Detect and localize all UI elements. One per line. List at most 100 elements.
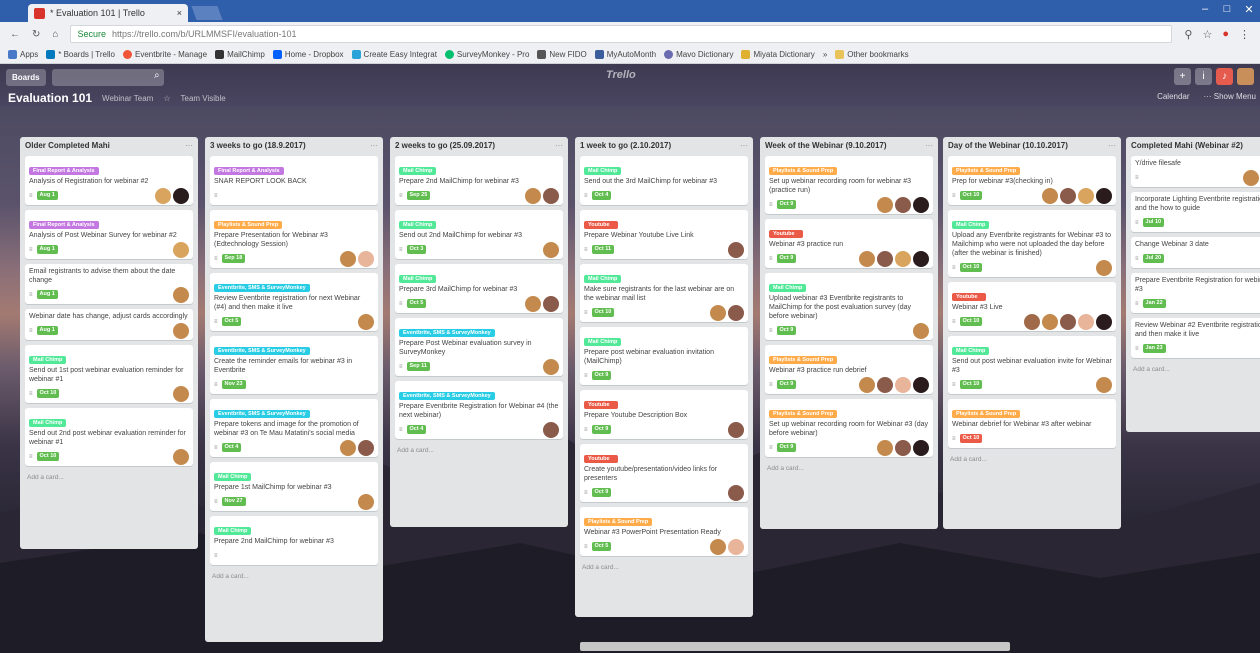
avatar[interactable] [358, 493, 374, 510]
card[interactable]: Playlists & Sound Prep Prepare Presentati… [210, 210, 378, 268]
card[interactable]: Playlists & Sound Prep Set up webinar rec… [765, 399, 933, 457]
card[interactable]: Incorporate Lighting Eventbrite registra… [1131, 192, 1260, 232]
avatar[interactable] [1096, 259, 1112, 276]
list-menu-icon[interactable]: ··· [185, 141, 193, 153]
avatar[interactable] [173, 322, 189, 339]
add-card-button[interactable]: Add a card... [395, 444, 563, 455]
avatar[interactable] [1042, 187, 1058, 204]
horizontal-scrollbar[interactable] [580, 642, 1010, 651]
bookmark-trello[interactable]: * Boards | Trello [46, 50, 115, 59]
avatar[interactable] [710, 304, 726, 321]
avatar[interactable] [728, 538, 744, 555]
close-window-icon[interactable]: ✕ [1238, 0, 1260, 18]
zoom-icon[interactable]: ⚲ [1184, 28, 1192, 41]
tab-close-icon[interactable]: × [177, 8, 182, 18]
list-header[interactable]: Older Completed Mahi ··· [25, 141, 193, 153]
avatar[interactable] [728, 484, 744, 501]
card[interactable]: Mail Chimp Upload any Eventbrite registra… [948, 210, 1116, 277]
add-card-button[interactable]: Add a card... [25, 471, 193, 482]
list-menu-icon[interactable]: ··· [1108, 141, 1116, 153]
avatar[interactable] [913, 439, 929, 456]
card[interactable]: Playlists & Sound Prep Webinar #3 PowerPo… [580, 507, 748, 556]
avatar[interactable] [877, 439, 893, 456]
info-icon[interactable]: i [1195, 68, 1212, 85]
star-icon[interactable]: ☆ [1202, 28, 1212, 41]
avatar[interactable] [877, 376, 893, 393]
card[interactable]: Youtube Prepare Webinar Youtube Live Link… [580, 210, 748, 259]
trello-logo[interactable]: Trello [606, 69, 636, 81]
card[interactable]: Mail Chimp Prepare 1st MailChimp for webi… [210, 462, 378, 511]
avatar[interactable] [155, 187, 171, 204]
list-header[interactable]: 1 week to go (2.10.2017) ··· [580, 141, 748, 153]
avatar[interactable] [1060, 313, 1076, 330]
home-icon[interactable]: ⌂ [52, 29, 58, 40]
add-card-button[interactable]: Add a card... [765, 462, 933, 473]
card[interactable]: Review Webinar #2 Eventbrite registratio… [1131, 318, 1260, 358]
card[interactable]: Email registrants to advise them about t… [25, 264, 193, 304]
avatar[interactable] [895, 376, 911, 393]
card[interactable]: Eventbrite, SMS & SurveyMonkey Create the… [210, 336, 378, 394]
avatar[interactable] [525, 187, 541, 204]
card[interactable]: Youtube Prepare Youtube Description Box ≡ O… [580, 390, 748, 439]
avatar[interactable] [543, 295, 559, 312]
avatar[interactable] [728, 421, 744, 438]
card[interactable]: Playlists & Sound Prep Set up webinar rec… [765, 156, 933, 214]
bookmark-integrations[interactable]: Create Easy Integrat [351, 50, 437, 59]
avatar[interactable] [173, 187, 189, 204]
avatar[interactable] [1078, 187, 1094, 204]
avatar[interactable] [877, 196, 893, 213]
board-team[interactable]: Webinar Team [102, 94, 153, 103]
bookmark-mavo[interactable]: Mavo Dictionary [664, 50, 733, 59]
new-tab-button[interactable] [191, 6, 223, 20]
address-bar[interactable]: Secure https://trello.com/b/URLMMSFI/eva… [70, 25, 1173, 43]
list-header[interactable]: Completed Mahi (Webinar #2)··· [1131, 141, 1260, 153]
bookmark-dropbox[interactable]: Home - Dropbox [272, 50, 344, 59]
avatar[interactable] [543, 241, 559, 258]
card[interactable]: Mail Chimp Send out 1st post webinar eval… [25, 345, 193, 403]
avatar[interactable] [1096, 376, 1112, 393]
card[interactable]: Mail Chimp Prepare 2nd MailChimp for webi… [395, 156, 563, 205]
card[interactable]: Final Report & Analysis SNAR REPORT LOOK … [210, 156, 378, 205]
bookmark-fido[interactable]: New FIDO [537, 50, 587, 59]
card[interactable]: Mail Chimp Upload webinar #3 Eventbrite r… [765, 273, 933, 340]
list-menu-icon[interactable]: ··· [555, 141, 563, 153]
avatar[interactable] [340, 439, 356, 456]
avatar[interactable] [1237, 68, 1254, 85]
add-icon[interactable]: + [1174, 68, 1191, 85]
avatar[interactable] [895, 439, 911, 456]
board-title[interactable]: Evaluation 101 [8, 91, 92, 105]
card[interactable]: Mail Chimp Send out 2nd post webinar eval… [25, 408, 193, 466]
card[interactable]: Mail Chimp Prepare 3rd MailChimp for webi… [395, 264, 563, 313]
avatar[interactable] [913, 376, 929, 393]
boards-button[interactable]: Boards [6, 68, 46, 86]
avatar[interactable] [859, 376, 875, 393]
card[interactable]: Youtube Create youtube/presentation/video… [580, 444, 748, 502]
bookmark-automonth[interactable]: MyAutoMonth [594, 50, 656, 59]
avatar[interactable] [728, 304, 744, 321]
card[interactable]: Mail Chimp Send out post webinar evaluati… [948, 336, 1116, 394]
card[interactable]: Mail Chimp Prepare post webinar evaluatio… [580, 327, 748, 385]
bookmark-surveymonkey[interactable]: SurveyMonkey - Pro [444, 50, 529, 59]
star-board-icon[interactable]: ☆ [163, 94, 170, 103]
avatar[interactable] [1060, 187, 1076, 204]
menu-icon[interactable]: ⋮ [1239, 28, 1250, 41]
list-header[interactable]: 3 weeks to go (18.9.2017) ··· [210, 141, 378, 153]
avatar[interactable] [1096, 187, 1112, 204]
minimize-icon[interactable]: – [1194, 0, 1216, 18]
extension-icon[interactable]: ● [1222, 28, 1229, 41]
card[interactable]: Mail Chimp Prepare 2nd MailChimp for webi… [210, 516, 378, 565]
avatar[interactable] [173, 286, 189, 303]
add-card-button[interactable]: Add a card... [948, 453, 1116, 464]
card[interactable]: Y/drive filesafe ≡ [1131, 156, 1260, 187]
show-menu-button[interactable]: ··· Show Menu [1204, 92, 1256, 101]
card[interactable]: Playlists & Sound Prep Prep for webinar #… [948, 156, 1116, 205]
card[interactable]: Eventbrite, SMS & SurveyMonkey Prepare to… [210, 399, 378, 457]
avatar[interactable] [1024, 313, 1040, 330]
card[interactable]: Youtube Webinar #3 Live ≡ Oct 10 [948, 282, 1116, 331]
avatar[interactable] [710, 538, 726, 555]
avatar[interactable] [543, 358, 559, 375]
avatar[interactable] [173, 385, 189, 402]
card[interactable]: Eventbrite, SMS & SurveyMonkey Review Eve… [210, 273, 378, 331]
avatar[interactable] [358, 250, 374, 267]
board-visibility[interactable]: Team Visible [181, 94, 226, 103]
